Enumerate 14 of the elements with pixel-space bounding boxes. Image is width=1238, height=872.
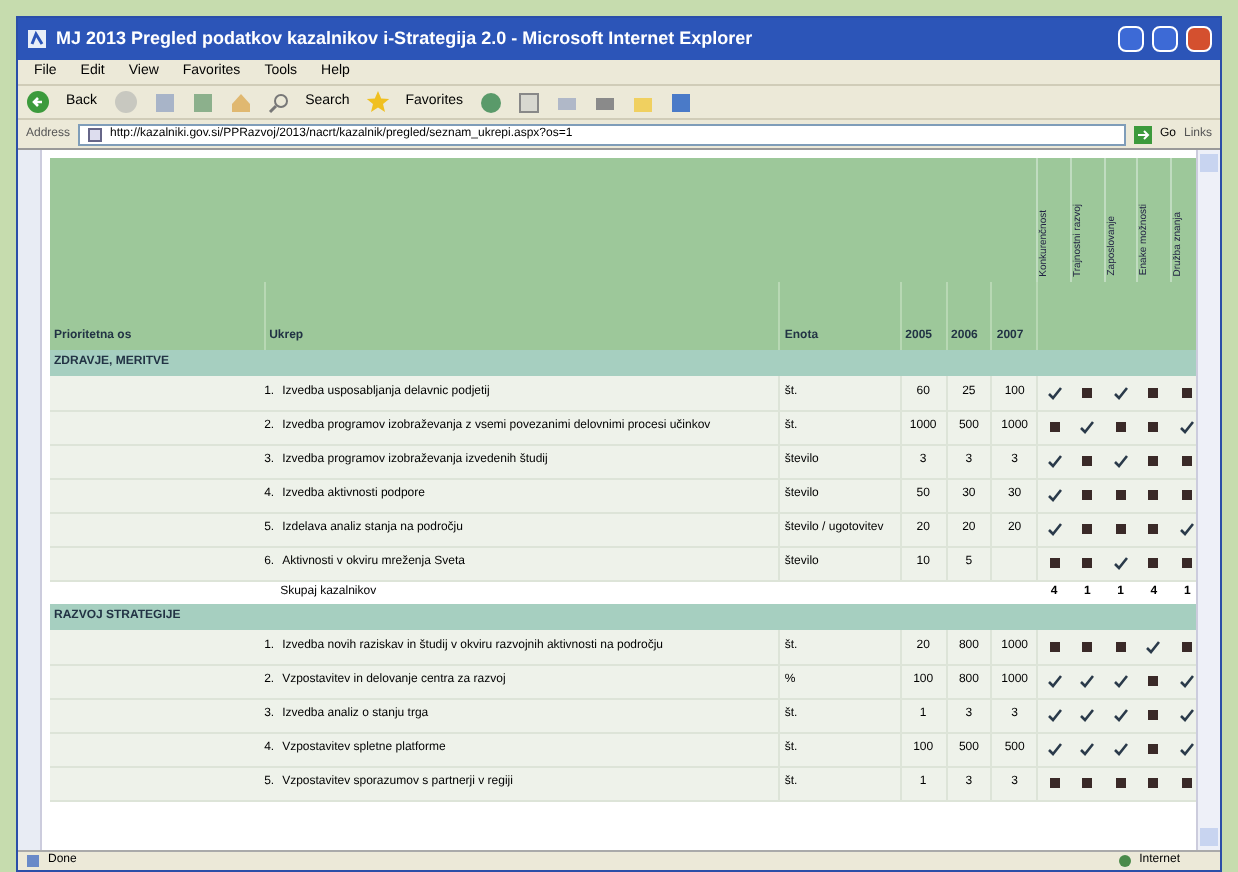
search-icon[interactable] [267,91,290,113]
globe-icon [1117,854,1132,868]
home-icon[interactable] [229,91,252,113]
star-icon[interactable] [365,90,390,114]
scrollbar[interactable] [1196,150,1220,850]
maximize-button[interactable] [1152,26,1178,52]
page-icon [26,854,40,868]
minimize-button[interactable] [1118,26,1144,52]
window-title: MJ 2013 Pregled podatkov kazalnikov i-Strategija 2.0 - Microsoft Internet Explorer [56,25,755,52]
close-button[interactable] [1186,26,1212,52]
page-icon [88,127,103,141]
go-arrow-icon[interactable] [1133,125,1152,143]
browser-icon [26,28,48,50]
back-arrow-icon[interactable] [26,90,50,114]
